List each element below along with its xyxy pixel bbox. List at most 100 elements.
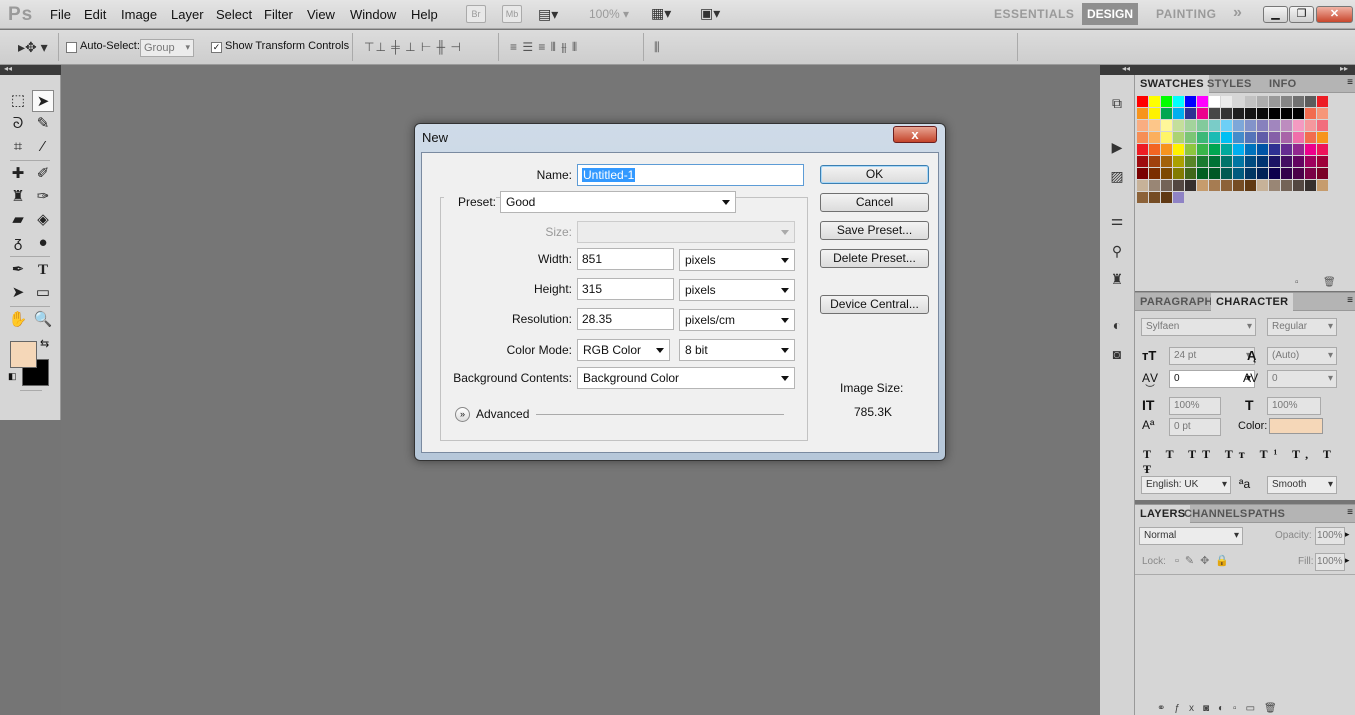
minimize-icon[interactable]: ▁ — [1263, 6, 1288, 23]
panel-menu-icon[interactable]: ≡ — [1347, 77, 1353, 88]
antialias-select[interactable]: Smooth ▾ — [1267, 476, 1337, 494]
swatch[interactable] — [1161, 132, 1172, 143]
layer-footer-icons[interactable]: ⚭ƒx◙◐▫▭🗑 — [1157, 703, 1286, 714]
swatch[interactable] — [1161, 120, 1172, 131]
pen-icon[interactable]: ✒ — [7, 259, 29, 281]
history-brush-icon[interactable]: ✑ — [32, 186, 54, 208]
tab-info[interactable]: INFO — [1264, 75, 1301, 93]
swatch[interactable] — [1233, 180, 1244, 191]
swatch[interactable] — [1221, 132, 1232, 143]
tab-swatches[interactable]: SWATCHES — [1135, 75, 1209, 93]
swatch[interactable] — [1161, 156, 1172, 167]
color-mode-select[interactable]: RGB Color — [577, 339, 670, 361]
new-swatch-icon[interactable]: ▫ — [1295, 277, 1299, 288]
font-style-select[interactable]: Regular ▾ — [1267, 318, 1337, 336]
panel-menu-icon[interactable]: ≡ — [1347, 295, 1353, 306]
width-unit-select[interactable]: pixels — [679, 249, 795, 271]
swatch[interactable] — [1209, 156, 1220, 167]
horizontal-scale-field[interactable]: 100% — [1267, 397, 1321, 415]
clone-stamp-icon[interactable]: ♜ — [7, 186, 29, 208]
swatch[interactable] — [1149, 192, 1160, 203]
height-field[interactable]: 315 — [577, 278, 674, 300]
blur-icon[interactable]: ᵹ — [7, 232, 29, 254]
swatch[interactable] — [1269, 168, 1280, 179]
cancel-button[interactable]: Cancel — [820, 193, 929, 212]
text-color-swatch[interactable] — [1269, 418, 1323, 434]
swatch[interactable] — [1281, 132, 1292, 143]
actions-play-icon[interactable]: ▶ — [1108, 138, 1126, 156]
restore-icon[interactable]: ❐ — [1289, 6, 1314, 23]
align-icons[interactable]: ⊤⊥ ╪ ⊥ ⊢ ╫ ⊣ — [364, 40, 462, 54]
swatch[interactable] — [1269, 132, 1280, 143]
swatch[interactable] — [1209, 180, 1220, 191]
tab-paragraph[interactable]: PARAGRAPH — [1135, 293, 1218, 311]
swatch[interactable] — [1185, 168, 1196, 179]
swatch[interactable] — [1209, 96, 1220, 107]
swatch[interactable] — [1257, 108, 1268, 119]
tab-character[interactable]: CHARACTER — [1211, 293, 1294, 311]
swatch[interactable] — [1257, 120, 1268, 131]
swatch[interactable] — [1245, 168, 1256, 179]
menu-view[interactable]: View — [307, 7, 335, 22]
swatch[interactable] — [1161, 192, 1172, 203]
swatch[interactable] — [1293, 108, 1304, 119]
swatch[interactable] — [1149, 156, 1160, 167]
swatch[interactable] — [1317, 108, 1328, 119]
baseline-shift-field[interactable]: 0 pt — [1169, 418, 1221, 436]
swatch[interactable] — [1269, 120, 1280, 131]
masks-icon[interactable]: ◐ — [1108, 316, 1126, 334]
swatch[interactable] — [1293, 168, 1304, 179]
workspace-essentials[interactable]: ESSENTIALS — [994, 7, 1074, 21]
swatch[interactable] — [1257, 168, 1268, 179]
tracking-field[interactable]: 0 ▾ — [1267, 370, 1337, 388]
bit-depth-select[interactable]: 8 bit — [679, 339, 795, 361]
workspace-painting[interactable]: PAINTING — [1156, 7, 1216, 21]
lock-icons[interactable]: ▫✎✥🔒 — [1175, 554, 1235, 567]
swatch[interactable] — [1149, 108, 1160, 119]
swatch[interactable] — [1221, 144, 1232, 155]
swatch[interactable] — [1245, 144, 1256, 155]
auto-select-checkbox[interactable] — [66, 42, 77, 53]
advanced-label[interactable]: Advanced — [476, 407, 529, 421]
tab-paths[interactable]: PATHS — [1243, 505, 1290, 523]
zoom-icon[interactable]: 🔍 — [32, 309, 54, 331]
clone-source-icon[interactable]: ♜ — [1108, 270, 1126, 288]
swatch[interactable] — [1269, 156, 1280, 167]
rectangle-shape-icon[interactable]: ▭ — [32, 282, 54, 304]
foreground-color-swatch[interactable] — [10, 341, 37, 368]
swatch[interactable] — [1185, 96, 1196, 107]
menu-file[interactable]: File — [50, 7, 71, 22]
resolution-unit-select[interactable]: pixels/cm — [679, 309, 795, 331]
delete-swatch-icon[interactable]: 🗑 — [1323, 277, 1336, 288]
swatch[interactable] — [1257, 156, 1268, 167]
swatch[interactable] — [1209, 168, 1220, 179]
leading-field[interactable]: (Auto) ▾ — [1267, 347, 1337, 365]
swatch[interactable] — [1269, 180, 1280, 191]
crop-icon[interactable]: ⌗ — [7, 136, 29, 158]
font-size-field[interactable]: 24 pt ▾ — [1169, 347, 1255, 365]
workspace-design[interactable]: DESIGN — [1082, 3, 1138, 25]
mini-bridge-button[interactable]: Mb — [502, 5, 522, 23]
auto-align-icon[interactable]: ⫼ — [654, 40, 661, 55]
swatch[interactable] — [1233, 144, 1244, 155]
swatch[interactable] — [1197, 108, 1208, 119]
type-tool-icon[interactable]: T — [32, 259, 54, 281]
swatch[interactable] — [1269, 96, 1280, 107]
default-colors-icon[interactable]: ◧ — [8, 371, 17, 382]
toolbar-collapse-bar[interactable]: ◂◂ — [0, 64, 61, 75]
swatch[interactable] — [1281, 180, 1292, 191]
swatch[interactable] — [1305, 120, 1316, 131]
fill-arrow-icon[interactable]: ▸ — [1345, 555, 1350, 566]
swatch[interactable] — [1161, 180, 1172, 191]
distribute-icons[interactable]: ≡ ☰ ≡ ⫴ ⫵ ⫴ — [510, 40, 578, 55]
opacity-field[interactable]: 100% — [1315, 527, 1345, 545]
swatch[interactable] — [1209, 108, 1220, 119]
swatch[interactable] — [1281, 144, 1292, 155]
menu-edit[interactable]: Edit — [84, 7, 106, 22]
brush-presets-icon[interactable]: ⚲ — [1108, 242, 1126, 260]
eraser-icon[interactable]: ▰ — [7, 209, 29, 231]
quick-selection-icon[interactable]: ✎ — [32, 113, 54, 135]
swatch[interactable] — [1317, 156, 1328, 167]
swatch[interactable] — [1185, 180, 1196, 191]
move-tool-icon[interactable]: ➤ — [32, 90, 54, 112]
